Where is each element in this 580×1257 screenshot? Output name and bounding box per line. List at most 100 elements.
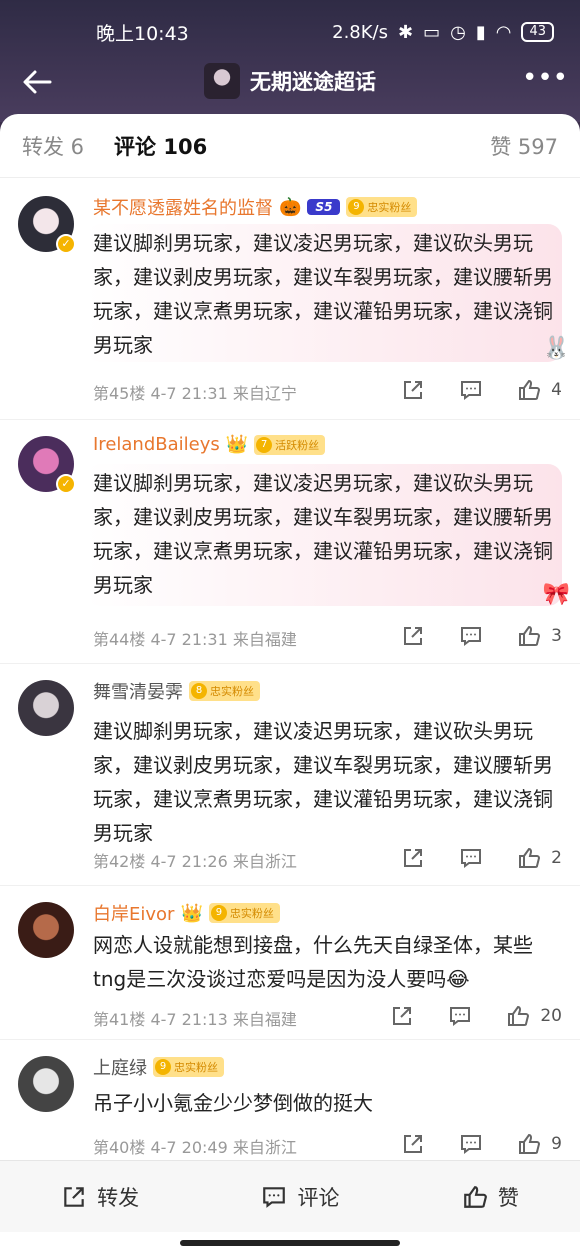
comment-text: 网恋人设就能想到接盘，什么先天自绿圣体，某些tng是三次没谈过恋爱吗是因为没人要… [93,933,533,991]
fan-level: 8 [191,683,207,699]
username[interactable]: 白岸Eivor [93,900,174,926]
alarm-icon: ◷ [450,21,466,43]
comment-actions: 2 [367,846,562,870]
verified-badge-icon: ✓ [56,474,76,494]
like-count: 4 [551,380,562,400]
comment-meta: 第42楼 4-7 21:26 来自浙江 [93,852,297,871]
like-button[interactable]: 赞 [462,1182,519,1212]
svip-badge: S5 [307,199,341,215]
comment-actions: 4 [367,378,562,402]
comment-actions: 3 [367,624,562,648]
comment-header: 某不愿透露姓名的监督 🎃 S5 9 忠实粉丝 [93,194,418,220]
like-icon[interactable] [506,1004,530,1028]
like-icon[interactable] [517,1132,541,1156]
back-arrow-icon[interactable] [20,64,56,100]
comment-item: 上庭绿 9 忠实粉丝 吊子小小氪金少少梦倒做的挺大 第40楼 4-7 20:49 … [0,1040,580,1160]
comment-text: 建议脚刹男玩家，建议凌迟男玩家，建议砍头男玩家，建议剥皮男玩家，建议车裂男玩家，… [86,464,562,606]
repost-label: 转发 [97,1185,140,1210]
header: 晚上10:43 2.8K/s ✱ ▭ ◷ ▮ ◠ 43 无期迷途超话 ••• [0,0,580,122]
like-count: 3 [551,626,562,646]
tab-repost[interactable]: 转发 6 [22,131,84,161]
fan-level: 7 [256,436,273,453]
like-icon[interactable] [517,846,541,870]
like-icon [463,1185,487,1208]
comment-meta: 第45楼 4-7 21:31 来自辽宁 [93,384,297,403]
comment-text: 吊子小小氪金少少梦倒做的挺大 [93,1091,373,1115]
fan-badge: 9 忠实粉丝 [346,197,418,217]
tab-bar: 转发 6 评论 106 赞 597 [0,114,580,178]
comment-item: 舞雪清晏霁 8 忠实粉丝 建议脚刹男玩家，建议凌迟男玩家，建议砍头男玩家，建议剥皮… [0,664,580,886]
battery-icon: 43 [521,22,554,42]
reply-icon[interactable] [459,846,483,870]
fan-badge: 8 忠实粉丝 [189,681,260,701]
repost-button[interactable]: 转发 [61,1182,139,1212]
reply-icon[interactable] [459,1132,483,1156]
share-icon[interactable] [401,846,425,870]
like-count: 20 [540,1006,562,1026]
like-icon[interactable] [517,624,541,648]
share-icon[interactable] [401,1132,425,1156]
status-icons: 2.8K/s ✱ ▭ ◷ ▮ ◠ 43 [332,22,554,43]
like-count: 2 [551,848,562,868]
username[interactable]: 某不愿透露姓名的监督 [93,194,273,220]
comment-icon [263,1186,286,1208]
username[interactable]: 上庭绿 [93,1054,147,1080]
fan-badge: 9 忠实粉丝 [208,903,280,923]
comment-text: 建议脚刹男玩家，建议凌迟男玩家，建议砍头男玩家，建议剥皮男玩家，建议车裂男玩家，… [93,719,553,845]
reply-icon[interactable] [459,624,483,648]
crown-icon: 👑 [180,902,203,924]
comment-header: 上庭绿 9 忠实粉丝 [93,1054,224,1080]
comment-header: IrelandBaileys 👑 7 活跃粉丝 [93,434,326,455]
comment-actions: 9 [367,1132,562,1156]
comment-item: ✓ IrelandBaileys 👑 7 活跃粉丝 建议脚刹男玩家，建议凌迟男玩家… [0,420,580,664]
comment-label: 评论 [297,1185,340,1210]
reply-icon[interactable] [448,1004,472,1028]
fan-label: 忠实粉丝 [229,907,274,920]
fan-level: 9 [155,1059,171,1075]
fan-badge: 7 活跃粉丝 [254,434,326,455]
share-icon [64,1186,84,1207]
fan-label: 忠实粉丝 [367,201,412,214]
nav-bar: 无期迷途超话 ••• [0,56,580,106]
fan-level: 9 [210,905,227,921]
like-label: 赞 [497,1185,519,1210]
pumpkin-icon: 🎃 [279,196,302,218]
share-icon[interactable] [401,378,425,402]
fan-label: 活跃粉丝 [275,438,320,452]
fan-badge: 9 忠实粉丝 [153,1057,224,1077]
sticker-icon: 🐰 [542,336,570,361]
fan-label: 忠实粉丝 [174,1061,218,1074]
wifi-icon: ◠ [495,21,512,43]
comment-meta: 第41楼 4-7 21:13 来自福建 [93,1010,297,1029]
comment-actions: 20 [356,1004,562,1028]
like-icon[interactable] [517,378,541,402]
more-options-button[interactable]: ••• [522,65,568,96]
vibrate-icon: ▭ [423,21,441,43]
comment-item: ✓ 某不愿透露姓名的监督 🎃 S5 9 忠实粉丝 建议脚刹男玩家，建议凌迟男玩家，… [0,180,580,420]
tab-comments[interactable]: 评论 106 [114,131,207,161]
tab-likes[interactable]: 赞 597 [490,131,558,161]
username[interactable]: IrelandBaileys [93,434,220,455]
avatar[interactable] [18,902,74,958]
net-speed: 2.8K/s [332,21,388,43]
comment-meta: 第40楼 4-7 20:49 来自浙江 [93,1138,297,1157]
reply-icon[interactable] [459,378,483,402]
comment-header: 白岸Eivor 👑 9 忠实粉丝 [93,900,280,926]
avatar[interactable] [18,1056,74,1112]
status-time: 晚上10:43 [96,22,189,45]
verified-badge-icon: ✓ [56,234,76,254]
like-count: 9 [551,1134,562,1154]
comments-card: 转发 6 评论 106 赞 597 ✓ 某不愿透露姓名的监督 🎃 S5 9 忠实粉… [0,114,580,1257]
comment-button[interactable]: 评论 [261,1182,339,1212]
comment-item: 白岸Eivor 👑 9 忠实粉丝 网恋人设就能想到接盘，什么先天自绿圣体，某些tn… [0,886,580,1040]
home-indicator[interactable] [180,1240,400,1246]
share-icon[interactable] [390,1004,414,1028]
topic-header[interactable]: 无期迷途超话 [204,63,376,99]
hd-signal-icon: ▮ [475,21,486,43]
username[interactable]: 舞雪清晏霁 [93,678,183,704]
share-icon[interactable] [401,624,425,648]
sticker-icon: 🎀 [542,582,570,607]
avatar[interactable] [18,680,74,736]
comment-text: 建议脚刹男玩家，建议凌迟男玩家，建议砍头男玩家，建议剥皮男玩家，建议车裂男玩家，… [86,224,562,362]
fan-level: 9 [348,199,365,215]
